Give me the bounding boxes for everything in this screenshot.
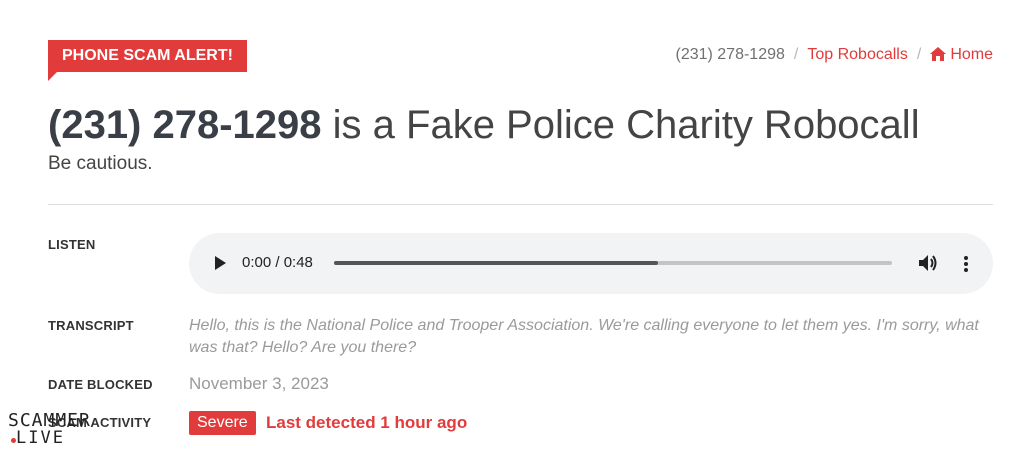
audio-player[interactable]: 0:00 / 0:48 [189,233,993,294]
date-blocked-value: November 3, 2023 [189,374,329,393]
title-description: is a Fake Police Charity Robocall [321,103,920,147]
breadcrumb: (231) 278-1298 / Top Robocalls / Home [675,45,993,67]
logo-line-2: LIVE [16,428,65,448]
volume-icon[interactable] [919,254,939,277]
breadcrumb-home-link[interactable]: Home [930,46,993,63]
divider [48,204,993,205]
breadcrumb-home-label: Home [950,46,993,63]
breadcrumb-current: (231) 278-1298 [675,46,785,63]
transcript-text: Hello, this is the National Police and T… [189,317,979,356]
scam-alert-badge: PHONE SCAM ALERT! [48,40,247,81]
title-phone-number: (231) 278-1298 [48,103,322,147]
last-detected-text: Last detected 1 hour ago [266,413,468,432]
breadcrumb-separator: / [793,46,799,63]
listen-label: LISTEN [48,237,96,252]
severity-badge: Severe [189,411,256,435]
breadcrumb-separator: / [916,46,922,63]
more-options-icon[interactable] [963,255,969,278]
audio-time: 0:00 / 0:48 [242,254,313,271]
scam-alert-text: PHONE SCAM ALERT! [62,47,233,64]
date-blocked-label: DATE BLOCKED [48,377,153,392]
transcript-label: TRANSCRIPT [48,318,134,333]
home-icon [930,47,947,67]
page-title: (231) 278-1298 is a Fake Police Charity … [48,102,920,148]
page-subtitle: Be cautious. [48,153,153,174]
site-logo-watermark: SCAMMER LIVE [8,410,118,450]
audio-seek-progress [334,261,658,265]
audio-seek-bar[interactable] [334,261,892,265]
badge-tail [48,72,57,81]
play-icon[interactable] [215,256,226,270]
breadcrumb-top-robocalls-link[interactable]: Top Robocalls [807,46,908,63]
